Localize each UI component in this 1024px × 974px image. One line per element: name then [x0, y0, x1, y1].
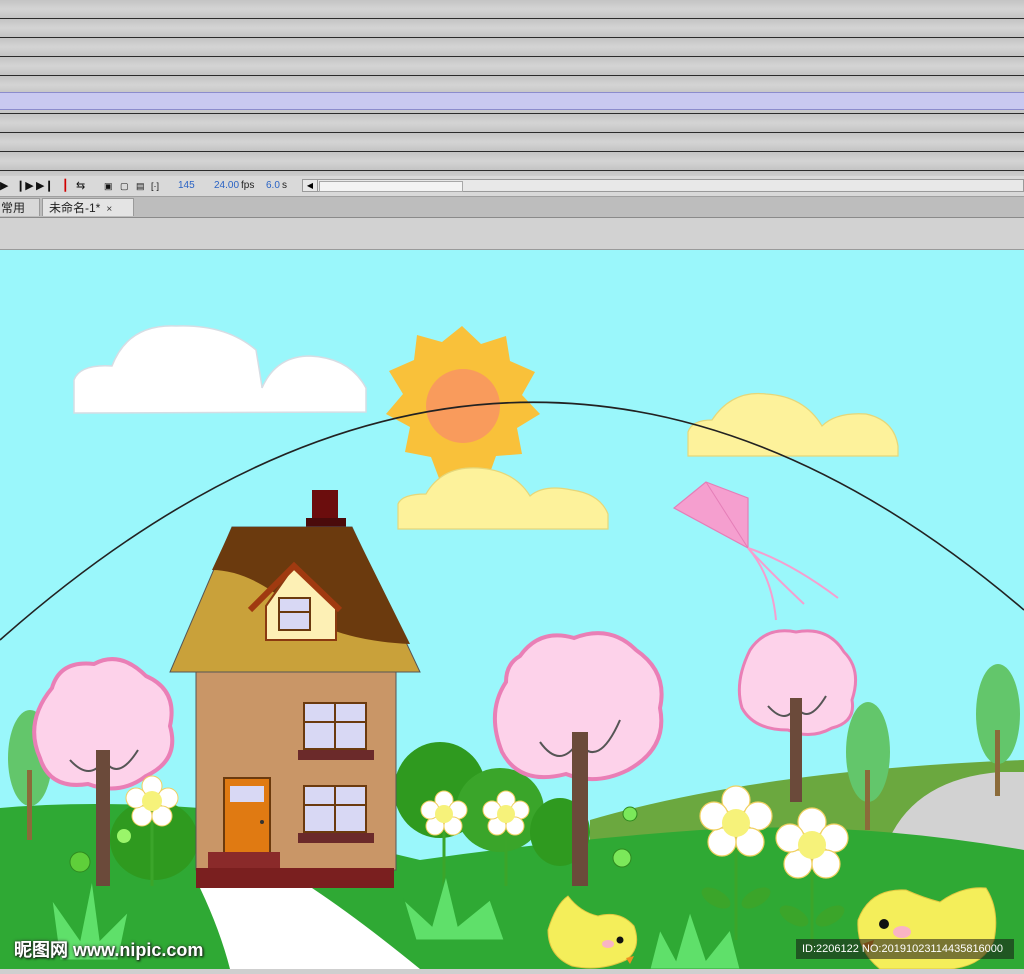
- watermark-image-id: ID:2206122 NO:20191023114435816000: [796, 939, 1014, 959]
- playhead-marker-icon[interactable]: ┃: [62, 179, 69, 193]
- scene-illustration: [0, 250, 1024, 970]
- modify-markers-icon[interactable]: [·]: [151, 179, 159, 193]
- document-tab-bar: 常用× 未命名-1* ×: [0, 197, 1024, 233]
- tab-untitled-1[interactable]: 未命名-1* ×: [42, 198, 134, 216]
- watermark-nipic-logo: 昵图网 www.nipic.com: [14, 940, 204, 960]
- onion-skin-icon[interactable]: ▣: [104, 179, 113, 193]
- timeline-scrollbar[interactable]: ◀: [302, 179, 1024, 192]
- elapsed-time-unit: s: [282, 180, 287, 191]
- scrollbar-thumb[interactable]: [319, 181, 463, 192]
- play-icon[interactable]: ▶: [0, 179, 8, 193]
- onion-outline-icon[interactable]: ▢: [120, 179, 129, 193]
- timeline-panel[interactable]: [0, 0, 1024, 176]
- tab-common[interactable]: 常用×: [0, 198, 40, 233]
- current-frame[interactable]: 145: [178, 179, 195, 193]
- edit-bar: [0, 218, 1024, 250]
- go-to-end-icon[interactable]: ▶❙: [36, 179, 54, 193]
- loop-icon[interactable]: ⇆: [76, 179, 85, 193]
- step-forward-icon[interactable]: ❙▶: [16, 179, 34, 193]
- frame-rate-unit: fps: [241, 180, 255, 191]
- edit-multiple-frames-icon[interactable]: ▤: [136, 179, 145, 193]
- tab-label: 常用: [1, 201, 26, 215]
- elapsed-time-value[interactable]: 6.0: [266, 179, 280, 193]
- active-layer-row[interactable]: [0, 92, 1024, 110]
- scroll-left-icon[interactable]: ◀: [303, 180, 318, 191]
- tab-label: 未命名-1*: [49, 201, 101, 215]
- stage-canvas[interactable]: [0, 250, 1024, 970]
- frame-rate-value[interactable]: 24.00: [214, 179, 239, 193]
- close-icon[interactable]: ×: [106, 204, 112, 215]
